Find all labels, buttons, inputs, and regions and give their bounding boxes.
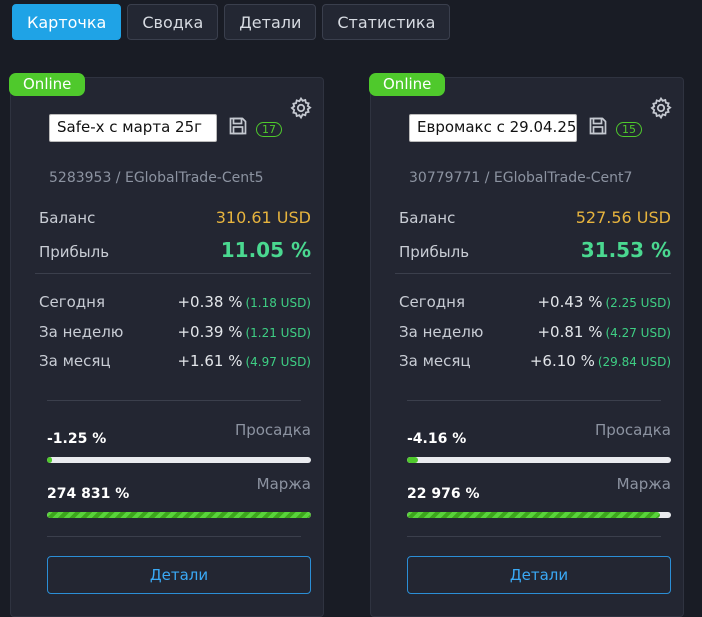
- week-label: За неделю: [399, 323, 484, 341]
- profit-value: 11.05 %: [220, 238, 311, 262]
- month-usd: (4.97 USD): [245, 355, 311, 369]
- month-percent: +6.10 %: [529, 352, 595, 370]
- margin-bar-fill: [407, 512, 661, 518]
- profit-label: Прибыль: [39, 243, 110, 261]
- divider: [47, 400, 301, 401]
- status-badge: Online: [9, 73, 86, 96]
- divider: [407, 400, 661, 401]
- profit-value: 31.53 %: [580, 238, 671, 262]
- save-icon[interactable]: [588, 116, 608, 136]
- drawdown-label: Просадка: [594, 421, 671, 439]
- tab-card[interactable]: Карточка: [12, 4, 122, 40]
- month-usd: (29.84 USD): [597, 355, 671, 369]
- month-label: За месяц: [399, 352, 471, 370]
- today-label: Сегодня: [399, 293, 465, 311]
- count-badge: 15: [616, 122, 642, 137]
- profit-label: Прибыль: [399, 243, 470, 261]
- divider: [407, 536, 661, 537]
- balance-label: Баланс: [399, 209, 456, 227]
- margin-label: Маржа: [256, 475, 311, 493]
- margin-value: 274 831 %: [47, 486, 130, 502]
- tab-bar: Карточка Сводка Детали Статистика: [12, 4, 451, 40]
- details-button[interactable]: Детали: [47, 556, 311, 594]
- divider: [395, 273, 671, 274]
- profit-row: Прибыль 31.53 %: [399, 238, 671, 262]
- tab-statistics[interactable]: Статистика: [322, 4, 451, 40]
- month-percent: +1.61 %: [177, 352, 243, 370]
- tab-summary[interactable]: Сводка: [127, 4, 219, 40]
- week-percent: +0.81 %: [537, 323, 603, 341]
- today-percent: +0.43 %: [537, 293, 603, 311]
- balance-value: 527.56 USD: [575, 208, 671, 227]
- today-usd: (2.25 USD): [605, 296, 671, 310]
- gear-icon[interactable]: [289, 96, 313, 120]
- drawdown-bar-fill: [407, 457, 418, 463]
- month-label: За месяц: [39, 352, 111, 370]
- account-server: 30779771 / EGlobalTrade-Cent7: [409, 170, 633, 186]
- today-percent: +0.38 %: [177, 293, 243, 311]
- divider: [35, 273, 311, 274]
- balance-row: Баланс 527.56 USD: [399, 208, 671, 227]
- margin-value: 22 976 %: [407, 486, 480, 502]
- drawdown-bar: [47, 457, 311, 463]
- drawdown-bar: [407, 457, 671, 463]
- status-badge: Online: [369, 73, 446, 96]
- save-icon[interactable]: [228, 116, 248, 136]
- week-percent: +0.39 %: [177, 323, 243, 341]
- week-usd: (1.21 USD): [245, 326, 311, 340]
- today-label: Сегодня: [39, 293, 105, 311]
- month-row: За месяц +6.10 % (29.84 USD): [399, 352, 671, 370]
- margin-bar-fill: [47, 512, 311, 518]
- drawdown-label: Просадка: [234, 421, 311, 439]
- details-button[interactable]: Детали: [407, 556, 671, 594]
- account-server: 5283953 / EGlobalTrade-Cent5: [49, 170, 264, 186]
- account-name-input[interactable]: Евромакс с 29.04.25: [409, 114, 577, 142]
- week-row: За неделю +0.39 % (1.21 USD): [39, 323, 311, 341]
- today-row: Сегодня +0.38 % (1.18 USD): [39, 293, 311, 311]
- account-card: Online Евромакс с 29.04.25 15 30779771 /…: [369, 73, 684, 617]
- today-row: Сегодня +0.43 % (2.25 USD): [399, 293, 671, 311]
- account-card: Online Safe-x с марта 25г 17 5283953 / E…: [9, 73, 324, 617]
- drawdown-bar-fill: [47, 457, 53, 463]
- count-badge: 17: [256, 122, 282, 137]
- divider: [47, 536, 301, 537]
- account-name-input[interactable]: Safe-x с марта 25г: [49, 114, 217, 142]
- gear-icon[interactable]: [649, 96, 673, 120]
- margin-bar: [407, 512, 671, 518]
- today-usd: (1.18 USD): [245, 296, 311, 310]
- week-row: За неделю +0.81 % (4.27 USD): [399, 323, 671, 341]
- week-label: За неделю: [39, 323, 124, 341]
- balance-label: Баланс: [39, 209, 96, 227]
- margin-bar: [47, 512, 311, 518]
- profit-row: Прибыль 11.05 %: [39, 238, 311, 262]
- balance-row: Баланс 310.61 USD: [39, 208, 311, 227]
- month-row: За месяц +1.61 % (4.97 USD): [39, 352, 311, 370]
- balance-value: 310.61 USD: [215, 208, 311, 227]
- drawdown-value: -1.25 %: [47, 431, 107, 447]
- tab-details[interactable]: Детали: [224, 4, 317, 40]
- drawdown-value: -4.16 %: [407, 431, 467, 447]
- week-usd: (4.27 USD): [605, 326, 671, 340]
- margin-label: Маржа: [616, 475, 671, 493]
